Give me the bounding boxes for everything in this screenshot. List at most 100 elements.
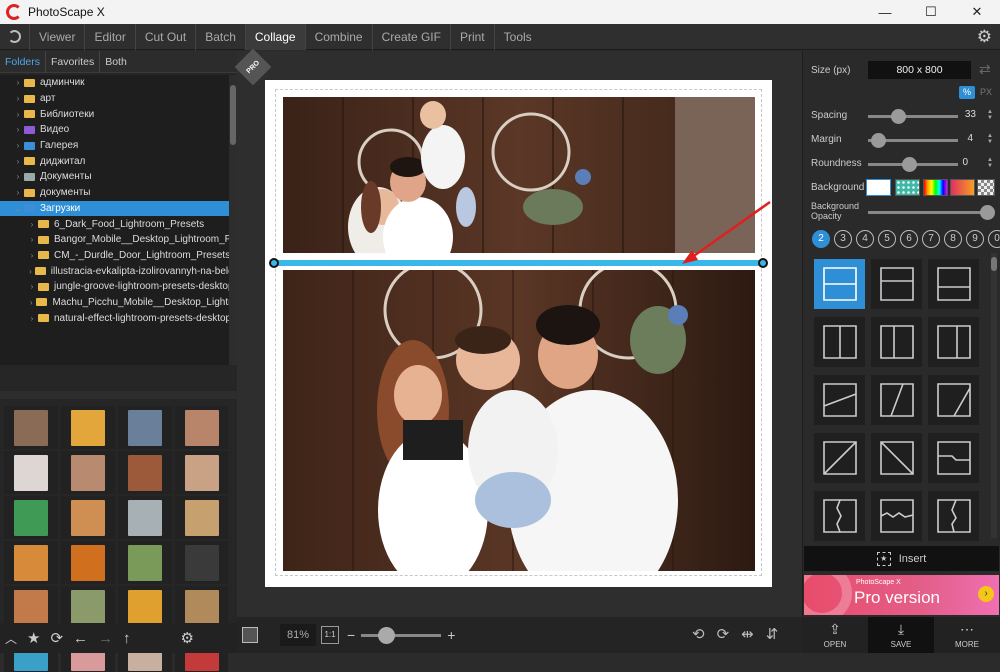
star-icon[interactable]: ★ [27, 629, 40, 647]
photo-thumbnail[interactable] [4, 406, 58, 449]
layout-option[interactable] [814, 317, 865, 367]
photo-thumbnail[interactable] [118, 496, 172, 539]
expand-chevron-right-icon[interactable]: › [12, 94, 24, 103]
expand-chevron-right-icon[interactable]: › [12, 157, 24, 166]
layout-option[interactable] [871, 375, 922, 425]
tree-item[interactable]: › документы [0, 185, 237, 201]
expand-chevron-right-icon[interactable]: › [12, 125, 24, 134]
expand-chevron-right-icon[interactable]: › [26, 235, 38, 244]
roundness-spinner-icon[interactable]: ▲ ▼ [987, 157, 993, 169]
spacing-slider[interactable] [868, 109, 958, 124]
unit-px-button[interactable]: PX [978, 86, 994, 99]
bg-pattern-swatch[interactable] [895, 179, 920, 196]
expand-chevron-down-icon[interactable]: ⌄ [12, 204, 24, 213]
bg-opacity-slider[interactable] [868, 205, 995, 220]
photo-count-option[interactable]: 7 [922, 230, 940, 248]
layout-scrollbar[interactable] [991, 253, 997, 538]
photo-thumbnail[interactable] [4, 541, 58, 584]
photo-count-option[interactable]: 8 [944, 230, 962, 248]
layout-option[interactable] [814, 375, 865, 425]
swap-size-icon[interactable]: ⇄ [979, 61, 991, 78]
photo-thumbnail[interactable] [118, 406, 172, 449]
back-icon[interactable]: ← [73, 630, 88, 647]
rotate-right-icon[interactable]: ⟳ [717, 625, 730, 643]
tree-item[interactable]: › Bangor_Mobile__Desktop_Lightroom_Pr [0, 232, 237, 248]
expand-chevron-right-icon[interactable]: › [12, 188, 24, 197]
expand-chevron-right-icon[interactable]: › [12, 172, 24, 181]
tree-item[interactable]: › Библиотеки [0, 106, 237, 122]
tree-item[interactable]: › CM_-_Durdle_Door_Lightroom_Presets_ [0, 248, 237, 264]
tree-item[interactable]: › jungle-groove-lightroom-presets-desktop [0, 279, 237, 295]
menu-combine[interactable]: Combine [306, 23, 373, 50]
size-input[interactable]: 800 x 800 [868, 61, 971, 79]
tree-item[interactable]: › illustracia-evkalipta-izolirovannyh-na-… [0, 263, 237, 279]
tree-item[interactable]: › админчик [0, 75, 237, 91]
layout-option[interactable] [928, 375, 979, 425]
zoom-slider-knob[interactable] [378, 626, 396, 644]
divider-left-handle[interactable] [269, 258, 279, 268]
forward-icon[interactable]: → [98, 630, 113, 647]
menu-editor[interactable]: Editor [85, 23, 136, 50]
home-button[interactable] [0, 23, 30, 50]
photo-thumbnail[interactable] [175, 496, 228, 539]
expand-chevron-right-icon[interactable]: › [26, 220, 38, 229]
margin-spinner-icon[interactable]: ▲ ▼ [987, 133, 993, 145]
save-button[interactable]: ⤓ SAVE [868, 617, 934, 653]
photo-count-option[interactable]: 3 [834, 230, 852, 248]
menu-cut-out[interactable]: Cut Out [136, 23, 197, 50]
zoom-out-icon[interactable]: − [347, 627, 355, 643]
expand-chevron-right-icon[interactable]: › [12, 141, 24, 150]
menu-collage[interactable]: Collage [245, 23, 306, 50]
layout-option[interactable] [871, 259, 922, 309]
photo-thumbnail[interactable] [175, 541, 228, 584]
tree-item[interactable]: › Галерея [0, 138, 237, 154]
zoom-in-icon[interactable]: + [447, 627, 455, 643]
tab-both[interactable]: Both [100, 51, 132, 73]
layout-option[interactable] [928, 491, 979, 541]
tree-item[interactable]: › арт [0, 91, 237, 107]
spacing-value[interactable]: 33 [956, 109, 976, 120]
photo-count-option[interactable]: 9 [966, 230, 984, 248]
settings-icon[interactable]: ⚙ [181, 629, 194, 647]
photo-thumbnail[interactable] [4, 496, 58, 539]
menu-tools[interactable]: Tools [495, 24, 541, 50]
photo-thumbnail[interactable] [61, 541, 115, 584]
tree-scrollbar[interactable] [229, 75, 237, 365]
expand-chevron-right-icon[interactable]: › [12, 78, 24, 87]
layout-option[interactable] [928, 259, 979, 309]
layout-option[interactable] [814, 491, 865, 541]
photo-thumbnail[interactable] [118, 451, 172, 494]
tree-item[interactable]: › Документы [0, 169, 237, 185]
photo-count-option[interactable]: 6 [900, 230, 918, 248]
photo-thumbnail[interactable] [61, 496, 115, 539]
tab-folders[interactable]: Folders [0, 50, 47, 73]
insert-button[interactable]: ★ Insert [804, 546, 999, 571]
spacing-spinner-icon[interactable]: ▲ ▼ [987, 109, 993, 121]
roundness-slider[interactable] [868, 157, 958, 172]
expand-chevron-right-icon[interactable]: › [12, 110, 24, 119]
photo-count-option[interactable]: 2 [812, 230, 830, 248]
menu-viewer[interactable]: Viewer [30, 23, 86, 50]
layout-option[interactable] [928, 317, 979, 367]
layout-option[interactable] [871, 491, 922, 541]
expand-chevron-right-icon[interactable]: › [26, 267, 35, 276]
flip-horizontal-icon[interactable]: ⇹ [741, 625, 754, 643]
tree-item[interactable]: › Machu_Picchu_Mobile__Desktop_Lightro [0, 295, 237, 311]
expand-chevron-right-icon[interactable]: › [26, 314, 38, 323]
photo-count-option[interactable]: 0 [988, 230, 1000, 248]
up-icon[interactable]: ︿ [5, 630, 17, 647]
refresh-icon[interactable]: ⟳ [50, 629, 63, 647]
tree-item[interactable]: › Видео [0, 122, 237, 138]
rotate-left-icon[interactable]: ⟲ [692, 625, 705, 643]
layout-option[interactable] [814, 433, 865, 483]
more-button[interactable]: ⋯ MORE [934, 617, 1000, 653]
photo-thumbnail[interactable] [4, 451, 58, 494]
spacing-slider-knob[interactable] [891, 109, 906, 124]
flip-vertical-icon[interactable]: ⇵ [766, 625, 779, 643]
expand-chevron-right-icon[interactable]: › [26, 298, 36, 307]
photo-thumbnail[interactable] [175, 406, 228, 449]
photo-thumbnail[interactable] [61, 451, 115, 494]
margin-slider[interactable] [868, 133, 958, 148]
layout-option[interactable] [928, 433, 979, 483]
tree-horizontal-scrollbar[interactable] [0, 391, 237, 399]
